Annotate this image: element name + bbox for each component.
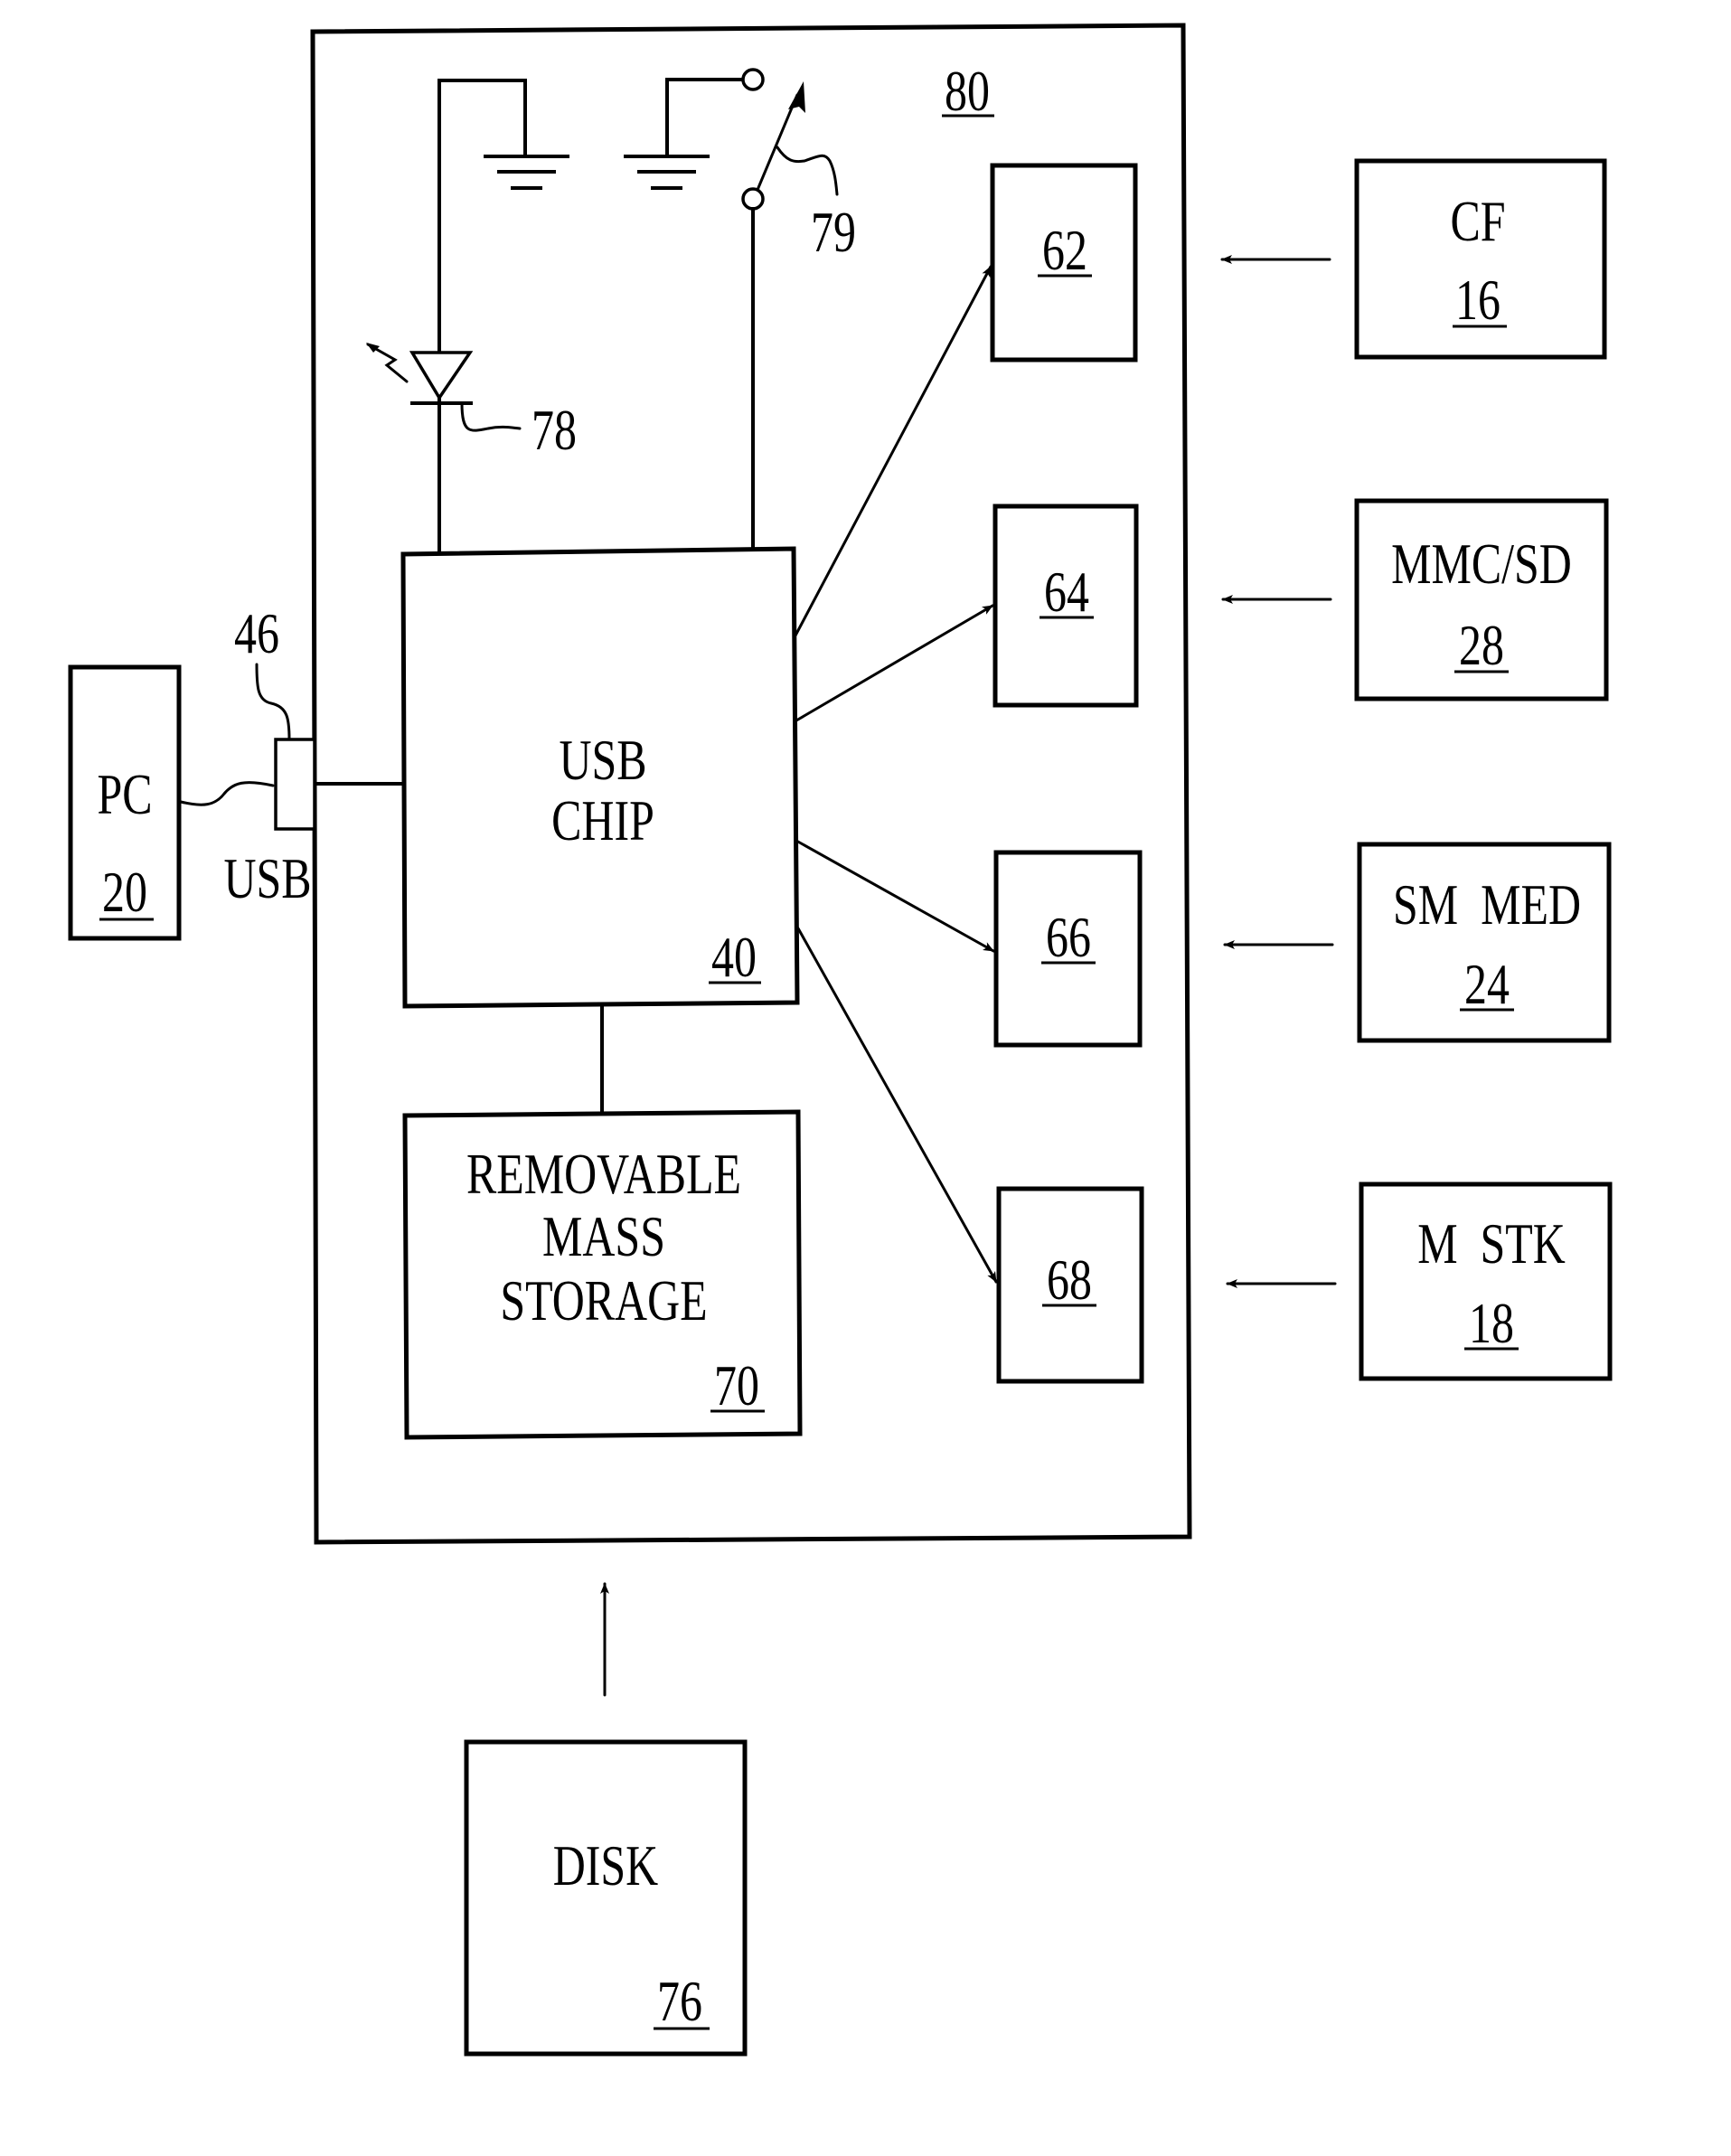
storage-line3: STORAGE (500, 1269, 707, 1332)
usb-connector-leader (255, 663, 291, 741)
arrow-to-66 (795, 839, 995, 953)
arrow-to-64 (795, 604, 994, 722)
switch-ref: 79 (811, 201, 856, 264)
pc-ref: 20 (102, 861, 147, 924)
usb-connector-46: USB 46 (179, 602, 405, 910)
usb-chip-ref: 40 (711, 926, 757, 989)
disk-76: DISK 76 (464, 1582, 748, 2057)
slot-ref: 62 (1042, 219, 1087, 282)
led-diode-icon (409, 351, 474, 401)
switch-arm-icon (756, 93, 799, 192)
media-smmed-24: SM MED 24 (1223, 842, 1612, 1043)
led-leader (460, 401, 522, 432)
storage-line2: MASS (542, 1205, 665, 1268)
media-ref: 16 (1455, 268, 1501, 332)
slot-ref: 68 (1047, 1248, 1092, 1312)
arrow-to-62 (794, 265, 993, 637)
led-ref: 78 (532, 399, 577, 462)
media-label: MMC/SD (1391, 532, 1572, 596)
disk-ref: 76 (657, 1970, 702, 2033)
usb-chip-line1: USB (559, 729, 646, 792)
switch-circuit: 79 (624, 68, 856, 551)
usb-chip-40: USB CHIP 40 (400, 546, 800, 1009)
slot-ref: 66 (1046, 906, 1091, 969)
pc-20: PC 20 (68, 664, 182, 941)
slot-66: 66 (993, 850, 1143, 1048)
enclosure-ref: 80 (945, 60, 990, 123)
media-cf-16: CF 16 (1220, 158, 1607, 360)
media-label: SM MED (1393, 873, 1581, 937)
media-mmcsd-28: MMC/SD 28 (1221, 498, 1609, 701)
block-diagram: 80 78 79 USB CHIP 40 REMOVABLE MASS STOR… (68, 23, 1613, 2057)
slot-64: 64 (993, 504, 1139, 708)
media-ref: 28 (1459, 614, 1504, 677)
removable-mass-storage-70: REMOVABLE MASS STORAGE 70 (402, 1109, 803, 1440)
media-ref: 24 (1464, 953, 1510, 1016)
storage-line1: REMOVABLE (466, 1143, 741, 1206)
slot-62: 62 (990, 163, 1138, 362)
switch-terminal-bottom (741, 187, 765, 211)
switch-wire (665, 78, 744, 158)
usb-connector-label: USB (223, 847, 311, 910)
pc-label: PC (97, 763, 152, 826)
usb-chip-line2: CHIP (551, 789, 654, 852)
media-ref: 18 (1469, 1292, 1514, 1355)
disk-label: DISK (553, 1834, 658, 1897)
led-wire (437, 79, 527, 556)
chip-slot-arrows (794, 265, 998, 1284)
media-mstk-18: M STK 18 (1226, 1182, 1613, 1381)
led-circuit: 78 (366, 79, 577, 556)
slot-ref: 64 (1044, 560, 1089, 624)
arrow-to-68 (796, 927, 998, 1284)
media-label: CF (1450, 190, 1505, 253)
switch-leader (776, 146, 839, 196)
media-label: M STK (1417, 1212, 1566, 1276)
storage-ref: 70 (714, 1354, 759, 1417)
usb-cable (179, 781, 275, 806)
switch-terminal-top (741, 68, 765, 91)
slot-68: 68 (996, 1186, 1144, 1384)
usb-connector-ref: 46 (234, 602, 279, 665)
